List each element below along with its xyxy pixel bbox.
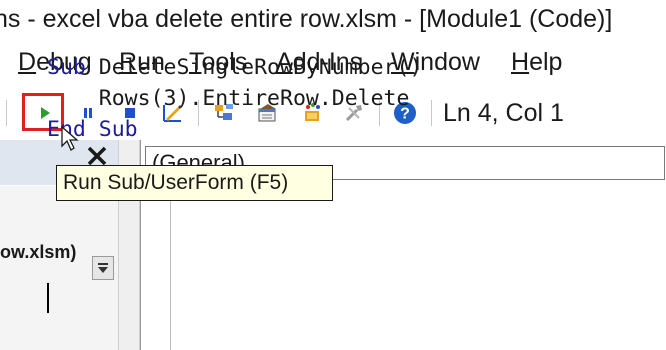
menu-debug-accel: D xyxy=(18,48,37,76)
project-tree xyxy=(0,186,118,350)
mouse-pointer-icon xyxy=(61,126,79,151)
cursor-position: Ln 4, Col 1 xyxy=(443,99,564,127)
project-item-label[interactable]: ow.xlsm) xyxy=(0,242,76,263)
code-margin xyxy=(141,184,171,350)
code-line: Rows(3).EntireRow.Delete xyxy=(47,83,422,114)
code-text: DeleteSingleRowByNumber() xyxy=(85,55,423,80)
scrollbar-button[interactable] xyxy=(92,256,114,280)
keyword: Sub xyxy=(47,55,86,80)
window-title-bar: ns - excel vba delete entire row.xlsm - … xyxy=(0,0,666,40)
window-title: ns - excel vba delete entire row.xlsm - … xyxy=(0,5,613,33)
toolbar-separator xyxy=(6,100,7,126)
menu-help-label: elp xyxy=(529,48,563,76)
code-line: Sub DeleteSingleRowByNumber() xyxy=(47,52,422,83)
menu-window-label: indow xyxy=(414,48,480,76)
code-editor[interactable]: Sub DeleteSingleRowByNumber() Rows(3).En… xyxy=(47,52,422,145)
keyword: Sub xyxy=(98,117,138,142)
menu-help-accel: H xyxy=(511,48,530,76)
text-caret xyxy=(47,283,49,313)
toolbar-separator xyxy=(431,100,432,126)
run-tooltip: Run Sub/UserForm (F5) xyxy=(56,165,333,201)
scroll-down-icon xyxy=(98,263,108,273)
menu-help[interactable]: Help xyxy=(511,48,562,77)
code-line: End Sub xyxy=(47,114,422,145)
code-text: Rows(3).EntireRow.Delete xyxy=(47,86,410,111)
